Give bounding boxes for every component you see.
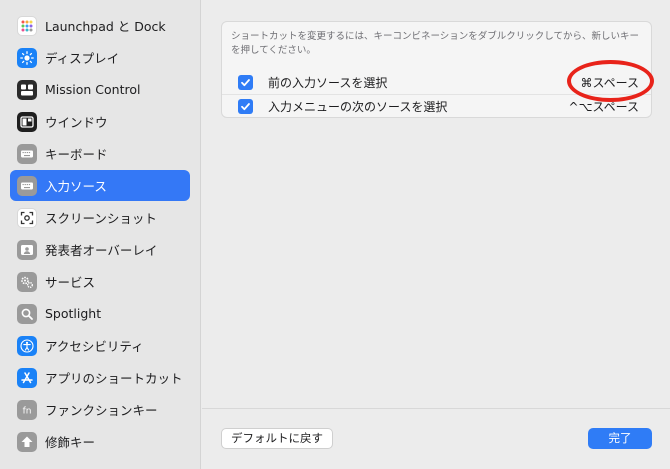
modifier-key-icon — [17, 431, 37, 452]
hint-text: ショートカットを変更するには、キーコンビネーションをダブルクリックしてから、新し… — [231, 31, 640, 56]
checkbox-next-source[interactable] — [238, 98, 253, 114]
sidebar-item-label: キーボード — [45, 147, 108, 162]
row-label: 前の入力ソースを選択 — [268, 76, 388, 90]
main-pane: ショートカットを変更するには、キーコンビネーションをダブルクリックしてから、新し… — [202, 0, 670, 469]
services-icon — [17, 271, 37, 292]
sidebar-item-label: ウインドウ — [45, 115, 108, 130]
checkmark-icon — [241, 79, 250, 87]
sidebar: Launchpad と Dock ディスプレイ Mission Control … — [0, 0, 201, 469]
sidebar-item-label: ファンクションキー — [45, 403, 158, 418]
sidebar-item-label: 修飾キー — [45, 435, 96, 450]
sidebar-item-label: アプリのショートカット — [45, 371, 183, 386]
launchpad-icon — [17, 15, 37, 36]
sidebar-item-screenshots[interactable]: スクリーンショット — [10, 202, 190, 233]
sidebar-item-presenter-overlay[interactable]: 発表者オーバーレイ — [10, 234, 190, 265]
app-store-icon — [17, 367, 37, 388]
accessibility-icon — [17, 335, 37, 356]
sidebar-item-display[interactable]: ディスプレイ — [10, 42, 190, 73]
screenshot-icon — [17, 207, 37, 228]
sidebar-item-spotlight[interactable]: Spotlight — [10, 298, 190, 329]
sidebar-item-label: 入力ソース — [45, 179, 107, 194]
sidebar-item-window[interactable]: ウインドウ — [10, 106, 190, 137]
sidebar-item-input-sources[interactable]: 入力ソース — [10, 170, 190, 201]
presenter-overlay-icon — [17, 239, 37, 260]
sidebar-item-keyboard[interactable]: キーボード — [10, 138, 190, 169]
sidebar-item-label: Mission Control — [45, 82, 141, 97]
sidebar-item-accessibility[interactable]: アクセシビリティ — [10, 330, 190, 361]
footer-bar: デフォルトに戻す 完了 — [202, 408, 670, 469]
svg-text:fn: fn — [23, 406, 32, 416]
keyboard-icon — [17, 143, 37, 164]
spotlight-icon — [17, 303, 37, 324]
input-source-icon — [17, 175, 37, 196]
sidebar-item-launchpad-dock[interactable]: Launchpad と Dock — [10, 10, 190, 41]
sidebar-item-label: サービス — [45, 275, 96, 290]
sidebar-item-services[interactable]: サービス — [10, 266, 190, 297]
sidebar-item-app-shortcuts[interactable]: アプリのショートカット — [10, 362, 190, 393]
restore-defaults-button[interactable]: デフォルトに戻す — [221, 428, 333, 449]
sidebar-item-label: Launchpad と Dock — [45, 19, 166, 34]
sidebar-item-label: アクセシビリティ — [45, 339, 144, 354]
done-button[interactable]: 完了 — [588, 428, 652, 449]
checkmark-icon — [241, 102, 250, 110]
mission-control-icon — [17, 79, 37, 100]
sidebar-item-mission-control[interactable]: Mission Control — [10, 74, 190, 105]
sidebar-item-modifier-keys[interactable]: 修飾キー — [10, 426, 190, 457]
highlight-annotation-oval — [567, 60, 654, 102]
display-icon — [17, 47, 37, 68]
sidebar-item-label: ディスプレイ — [45, 51, 120, 66]
checkbox-previous-source[interactable] — [238, 75, 253, 90]
fn-key-icon: fn — [17, 399, 37, 420]
sidebar-item-label: Spotlight — [45, 306, 102, 321]
sidebar-item-label: 発表者オーバーレイ — [45, 243, 158, 258]
sidebar-item-label: スクリーンショット — [45, 211, 157, 226]
sidebar-item-function-keys[interactable]: fn ファンクションキー — [10, 394, 190, 425]
row-label: 入力メニューの次のソースを選択 — [268, 99, 448, 114]
window-icon — [17, 111, 37, 132]
